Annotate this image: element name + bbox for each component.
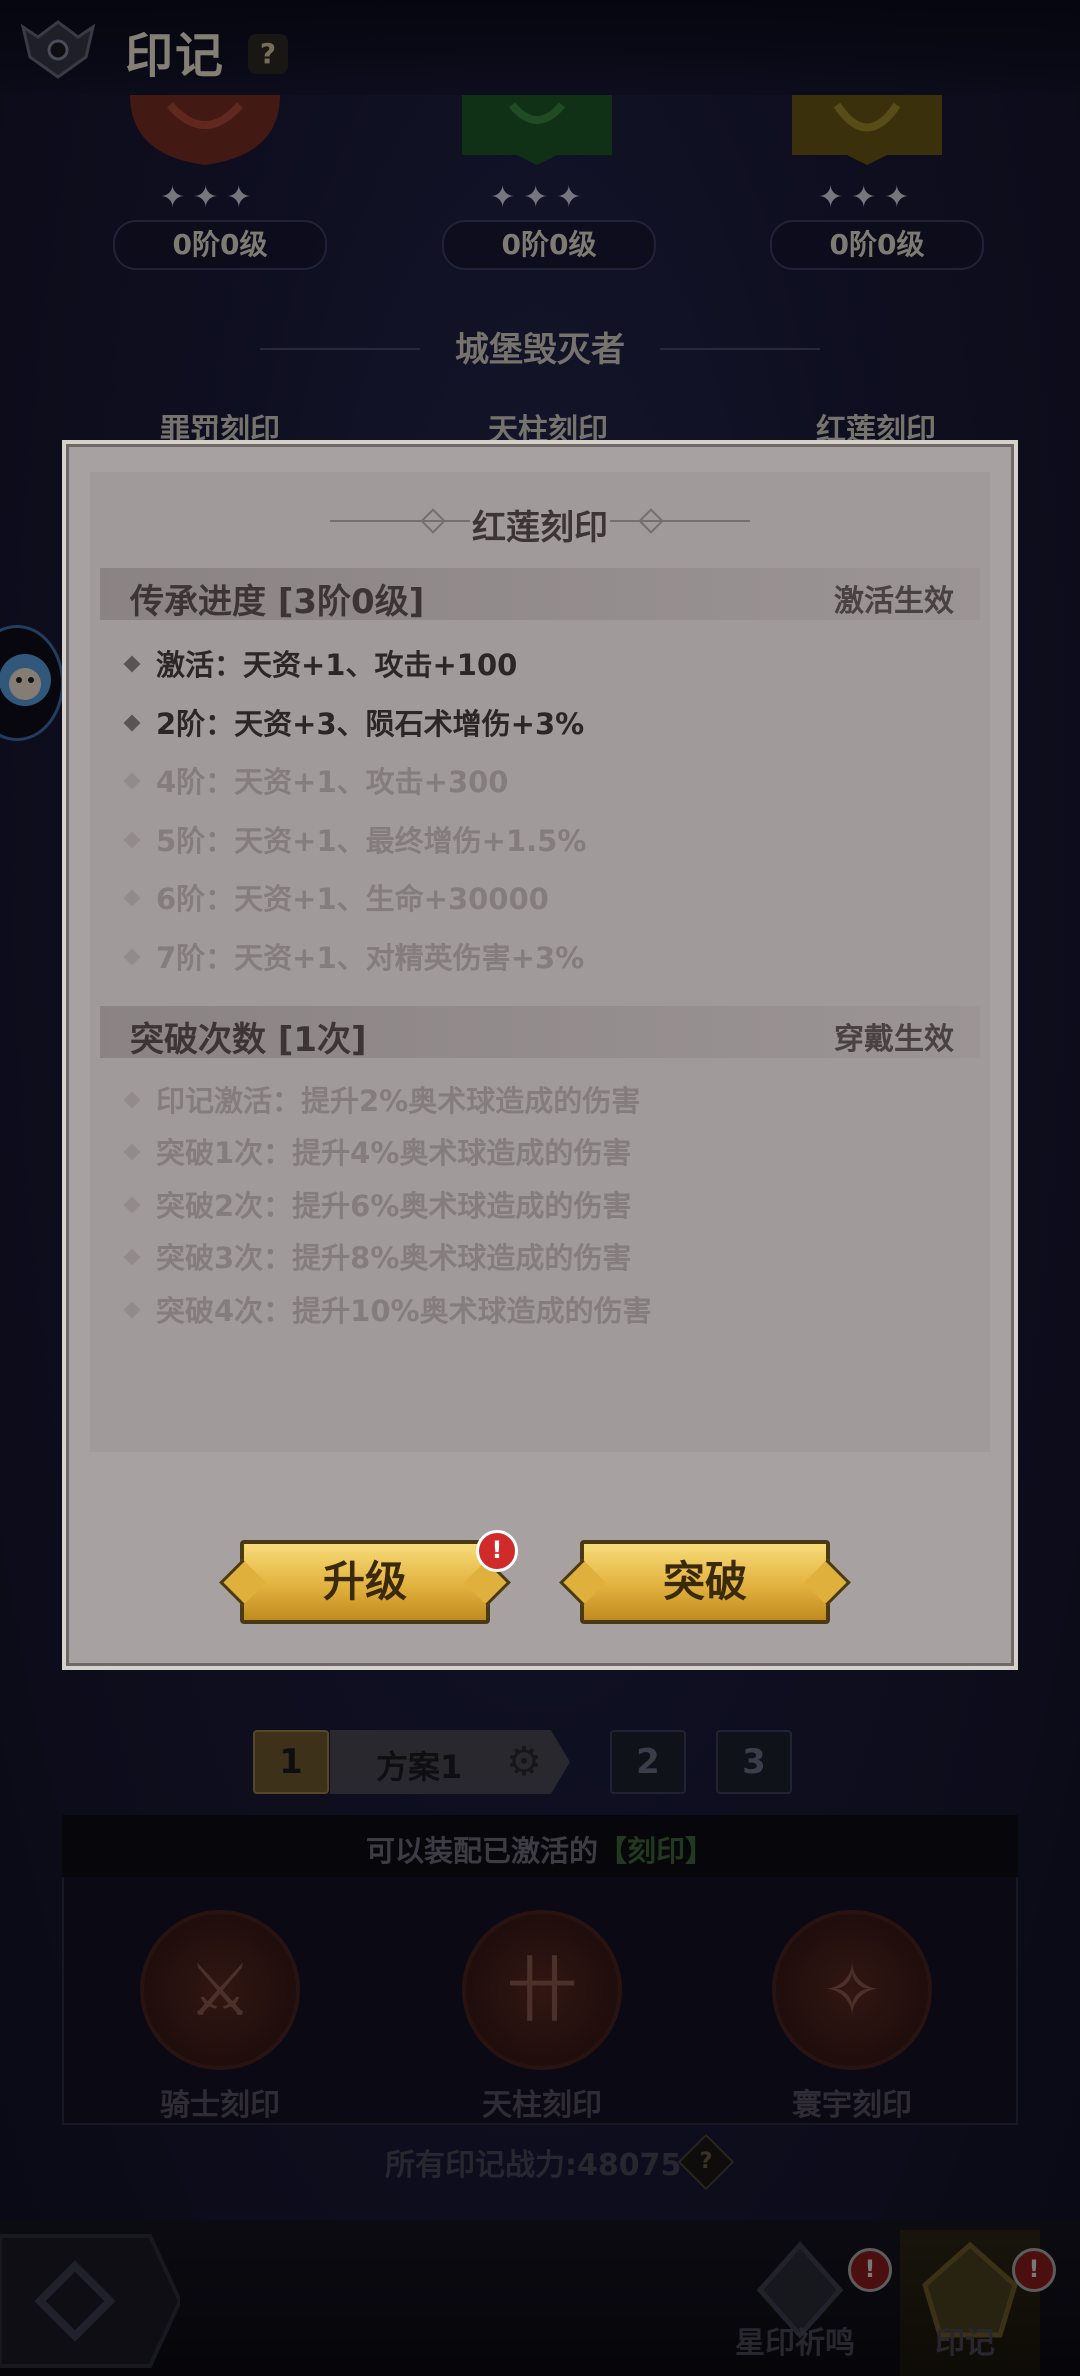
bullet-icon (123, 772, 141, 790)
inherit-progress-title: 传承进度 [3阶0级] (130, 582, 425, 622)
inherit-row: 2阶：天资+3、陨石术增伤+3% (123, 701, 584, 743)
bullet-icon (123, 1248, 141, 1266)
breakthrough-row: 突破3次：提升8%奥术球造成的伤害 (123, 1235, 631, 1277)
breakthrough-status: 穿戴生效 (834, 1022, 954, 1057)
title-divider (610, 520, 750, 522)
breakthrough-button[interactable]: 突破 (559, 1540, 851, 1624)
inherit-row: 5阶：天资+1、最终增伤+1.5% (123, 818, 586, 860)
bullet-icon (123, 889, 141, 907)
breakthrough-count-title: 突破次数 [1次] (130, 1020, 367, 1060)
bullet-icon (123, 655, 141, 673)
breakthrough-row: 突破2次：提升6%奥术球造成的伤害 (123, 1183, 631, 1225)
bullet-icon (123, 1301, 141, 1319)
breakthrough-row: 印记激活：提升2%奥术球造成的伤害 (123, 1078, 640, 1120)
bullet-icon (123, 831, 141, 849)
bullet-icon (123, 1196, 141, 1214)
bullet-icon (123, 1091, 141, 1109)
bullet-icon (123, 948, 141, 966)
bullet-icon (123, 714, 141, 732)
inherit-row: 4阶：天资+1、攻击+300 (123, 759, 509, 801)
inherit-row: 7阶：天资+1、对精英伤害+3% (123, 935, 584, 977)
dialog-title: 红莲刻印 (472, 508, 608, 548)
breakthrough-row: 突破1次：提升4%奥术球造成的伤害 (123, 1130, 631, 1172)
inherit-row: 激活：天资+1、攻击+100 (123, 642, 517, 684)
alert-badge-icon: ! (476, 1530, 518, 1572)
upgrade-button[interactable]: 升级 (219, 1540, 511, 1624)
bullet-icon (123, 1143, 141, 1161)
inherit-row: 6阶：天资+1、生命+30000 (123, 876, 549, 918)
breakthrough-row: 突破4次：提升10%奥术球造成的伤害 (123, 1288, 652, 1330)
inherit-status: 激活生效 (834, 584, 954, 619)
